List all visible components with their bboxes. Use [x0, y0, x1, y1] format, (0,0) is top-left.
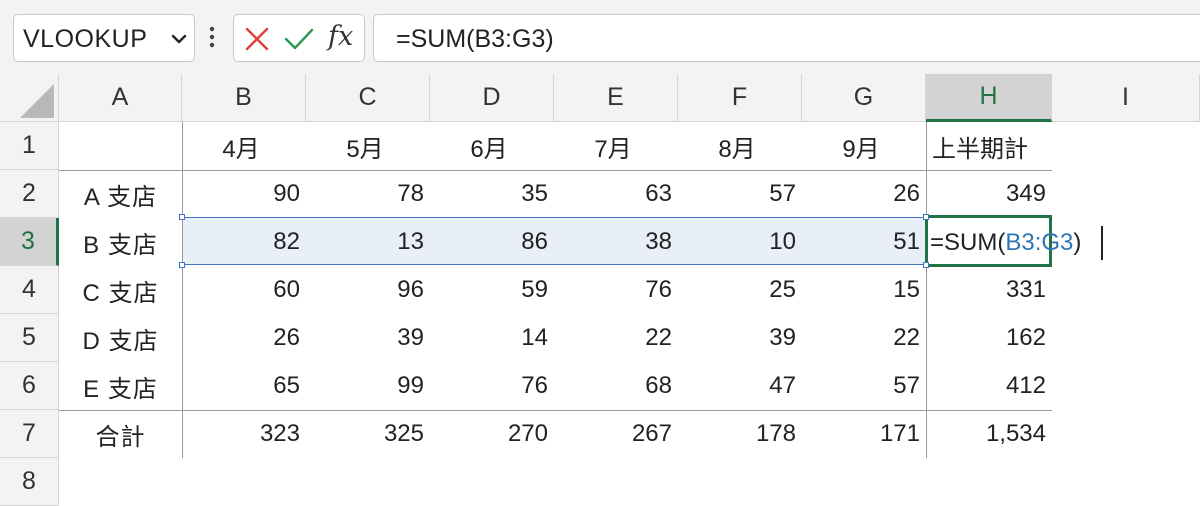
range-resize-handle[interactable] — [923, 262, 929, 268]
value-cell-g3[interactable]: 51 — [802, 218, 926, 266]
value-cell-d6[interactable]: 76 — [430, 362, 554, 410]
value-cell-h2[interactable]: 349 — [926, 170, 1052, 218]
spreadsheet-grid: ABCDEFGHI 12345678 4月 5月 6月 7月 8月 9月 上半期計 A 支店 9… — [0, 74, 1200, 506]
value-cell-c3[interactable]: 13 — [306, 218, 430, 266]
header-cell-h1[interactable]: 上半期計 — [926, 122, 1052, 170]
value-cell-h6[interactable]: 412 — [926, 362, 1052, 410]
value-cell-d5[interactable]: 14 — [430, 314, 554, 362]
formula-input[interactable]: =SUM(B3:G3) — [373, 14, 1200, 62]
value-cell-f5[interactable]: 39 — [678, 314, 802, 362]
row-label-cell-a7[interactable]: 合計 — [59, 410, 182, 458]
column-header-g[interactable]: G — [802, 74, 926, 122]
column-header-h[interactable]: H — [926, 74, 1052, 122]
value-cell-e7[interactable]: 267 — [554, 410, 678, 458]
value-cell-c5[interactable]: 39 — [306, 314, 430, 362]
value-cell-d2[interactable]: 35 — [430, 170, 554, 218]
select-all-icon — [20, 84, 54, 118]
value-cell-e4[interactable]: 76 — [554, 266, 678, 314]
value-cell-f6[interactable]: 47 — [678, 362, 802, 410]
value-cell-f2[interactable]: 57 — [678, 170, 802, 218]
value-cell-g2[interactable]: 26 — [802, 170, 926, 218]
row-header-8[interactable]: 8 — [0, 458, 59, 506]
text-cursor — [1101, 226, 1103, 260]
value-cell-b2[interactable]: 90 — [182, 170, 306, 218]
value-cell-g7[interactable]: 171 — [802, 410, 926, 458]
row-label-cell-a6[interactable]: E 支店 — [59, 362, 182, 410]
row-label-cell-a4[interactable]: C 支店 — [59, 266, 182, 314]
column-header-e[interactable]: E — [554, 74, 678, 122]
cancel-icon[interactable] — [244, 26, 270, 52]
value-cell-h7[interactable]: 1,534 — [926, 410, 1052, 458]
row-header-2[interactable]: 2 — [0, 170, 59, 218]
column-header-f[interactable]: F — [678, 74, 802, 122]
value-cell-d7[interactable]: 270 — [430, 410, 554, 458]
column-header-b[interactable]: B — [182, 74, 306, 122]
header-cell-f1[interactable]: 8月 — [678, 122, 802, 170]
name-box[interactable]: VLOOKUP — [13, 14, 195, 62]
value-cell-h4[interactable]: 331 — [926, 266, 1052, 314]
value-cell-g5[interactable]: 22 — [802, 314, 926, 362]
value-cell-d4[interactable]: 59 — [430, 266, 554, 314]
value-cell-b4[interactable]: 60 — [182, 266, 306, 314]
value-cell-c7[interactable]: 325 — [306, 410, 430, 458]
value-cell-d3[interactable]: 86 — [430, 218, 554, 266]
insert-function-icon[interactable]: fx — [328, 21, 353, 52]
row-header-5[interactable]: 5 — [0, 314, 59, 362]
edit-range-reference: B3:G3 — [1005, 229, 1074, 256]
range-resize-handle[interactable] — [179, 262, 185, 268]
value-cell-e2[interactable]: 63 — [554, 170, 678, 218]
value-cell-e5[interactable]: 22 — [554, 314, 678, 362]
row-label-cell-a2[interactable]: A 支店 — [59, 170, 182, 218]
value-cell-f7[interactable]: 178 — [678, 410, 802, 458]
value-cell-g4[interactable]: 15 — [802, 266, 926, 314]
row-label-cell-a3[interactable]: B 支店 — [59, 218, 182, 266]
value-cell-c6[interactable]: 99 — [306, 362, 430, 410]
value-cell-e6[interactable]: 68 — [554, 362, 678, 410]
row-label-cell-a5[interactable]: D 支店 — [59, 314, 182, 362]
header-cell-b1[interactable]: 4月 — [182, 122, 306, 170]
formula-bar: VLOOKUP fx =SUM(B3:G3) — [0, 0, 1200, 74]
header-cell-c1[interactable]: 5月 — [306, 122, 430, 170]
edit-suffix: ) — [1073, 229, 1082, 256]
value-cell-c4[interactable]: 96 — [306, 266, 430, 314]
column-header-i[interactable]: I — [1052, 74, 1200, 122]
value-cell-g6[interactable]: 57 — [802, 362, 926, 410]
column-header-a[interactable]: A — [59, 74, 182, 122]
cell-edit-formula: =SUM(B3:G3) — [930, 229, 1081, 257]
value-cell-b5[interactable]: 26 — [182, 314, 306, 362]
value-cell-f3[interactable]: 10 — [678, 218, 802, 266]
header-cell-e1[interactable]: 7月 — [554, 122, 678, 170]
value-cell-b6[interactable]: 65 — [182, 362, 306, 410]
select-all-button[interactable] — [0, 74, 59, 122]
more-icon[interactable] — [208, 26, 216, 50]
name-box-value: VLOOKUP — [23, 25, 148, 53]
row-header-4[interactable]: 4 — [0, 266, 59, 314]
formula-buttons: fx — [233, 14, 365, 62]
row-header-1[interactable]: 1 — [0, 122, 59, 170]
row-header-6[interactable]: 6 — [0, 362, 59, 410]
value-cell-c2[interactable]: 78 — [306, 170, 430, 218]
column-header-d[interactable]: D — [430, 74, 554, 122]
value-cell-b3[interactable]: 82 — [182, 218, 306, 266]
enter-icon[interactable] — [284, 26, 314, 52]
value-cell-f4[interactable]: 25 — [678, 266, 802, 314]
range-resize-handle[interactable] — [179, 214, 185, 220]
row-header-3[interactable]: 3 — [0, 218, 59, 266]
edit-prefix: =SUM( — [930, 229, 1006, 256]
value-cell-h5[interactable]: 162 — [926, 314, 1052, 362]
header-cell-d1[interactable]: 6月 — [430, 122, 554, 170]
column-header-c[interactable]: C — [306, 74, 430, 122]
value-cell-e3[interactable]: 38 — [554, 218, 678, 266]
range-resize-handle[interactable] — [923, 214, 929, 220]
formula-text: =SUM(B3:G3) — [396, 25, 554, 53]
row-header-7[interactable]: 7 — [0, 410, 59, 458]
value-cell-b7[interactable]: 323 — [182, 410, 306, 458]
chevron-down-icon[interactable] — [171, 31, 187, 47]
header-cell-g1[interactable]: 9月 — [802, 122, 926, 170]
